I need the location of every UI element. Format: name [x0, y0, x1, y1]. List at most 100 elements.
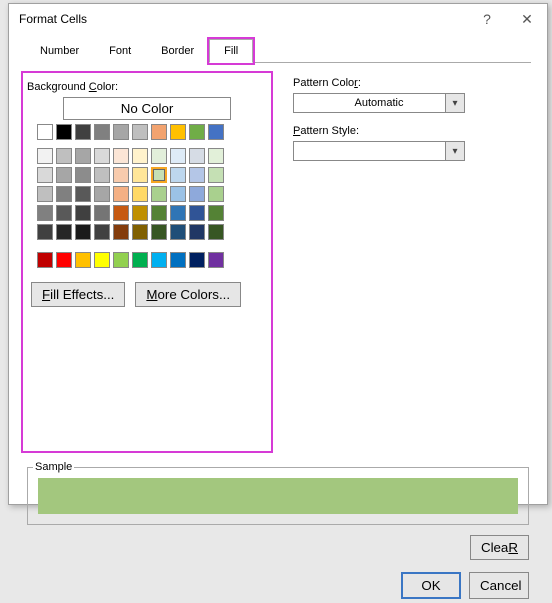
- color-swatch[interactable]: [151, 167, 167, 183]
- color-swatch[interactable]: [208, 252, 224, 268]
- color-swatch[interactable]: [37, 186, 53, 202]
- tab-fill[interactable]: Fill: [209, 39, 253, 63]
- color-swatch[interactable]: [113, 124, 129, 140]
- fill-effects-button[interactable]: Fill Effects...: [31, 282, 125, 307]
- color-swatch[interactable]: [75, 124, 91, 140]
- color-swatch[interactable]: [208, 148, 224, 164]
- color-swatch[interactable]: [56, 167, 72, 183]
- color-swatch[interactable]: [132, 186, 148, 202]
- color-swatch[interactable]: [113, 224, 129, 240]
- color-swatch[interactable]: [75, 148, 91, 164]
- bgcolor-label: Background Color:: [27, 81, 267, 93]
- color-swatch[interactable]: [132, 167, 148, 183]
- color-swatch[interactable]: [56, 186, 72, 202]
- dialog-title: Format Cells: [19, 12, 467, 26]
- color-swatch[interactable]: [189, 224, 205, 240]
- color-swatch[interactable]: [56, 124, 72, 140]
- color-swatch[interactable]: [94, 205, 110, 221]
- color-swatch[interactable]: [75, 205, 91, 221]
- color-swatch[interactable]: [37, 205, 53, 221]
- more-colors-button[interactable]: More Colors...: [135, 282, 241, 307]
- color-swatch[interactable]: [151, 252, 167, 268]
- pattern-style-label: Pattern Style:: [293, 125, 529, 137]
- color-swatch[interactable]: [132, 224, 148, 240]
- clear-button[interactable]: CleaR: [470, 535, 529, 560]
- color-swatch[interactable]: [75, 252, 91, 268]
- color-swatch[interactable]: [189, 252, 205, 268]
- color-swatch[interactable]: [56, 205, 72, 221]
- color-swatch[interactable]: [94, 186, 110, 202]
- standard-colors-row: [37, 252, 267, 268]
- color-swatch[interactable]: [113, 186, 129, 202]
- color-swatch[interactable]: [170, 167, 186, 183]
- format-cells-dialog: Format Cells ? ✕ Number Font Border Fill…: [8, 3, 548, 505]
- color-swatch[interactable]: [94, 252, 110, 268]
- color-swatch[interactable]: [37, 252, 53, 268]
- dialog-footer: OK Cancel: [9, 560, 547, 603]
- color-swatch[interactable]: [170, 148, 186, 164]
- color-swatch[interactable]: [132, 205, 148, 221]
- color-swatch[interactable]: [75, 167, 91, 183]
- color-swatch[interactable]: [113, 148, 129, 164]
- tab-border[interactable]: Border: [146, 39, 209, 63]
- color-swatch[interactable]: [189, 186, 205, 202]
- color-swatch[interactable]: [113, 167, 129, 183]
- color-swatch[interactable]: [37, 224, 53, 240]
- color-swatch[interactable]: [56, 148, 72, 164]
- color-swatch[interactable]: [132, 124, 148, 140]
- dialog-body: Background Color: No Color Fill Effects.…: [9, 63, 547, 461]
- color-swatch[interactable]: [170, 124, 186, 140]
- color-swatch[interactable]: [170, 252, 186, 268]
- color-swatch[interactable]: [56, 252, 72, 268]
- cancel-button[interactable]: Cancel: [469, 572, 529, 599]
- color-swatch[interactable]: [170, 186, 186, 202]
- color-swatch[interactable]: [94, 148, 110, 164]
- color-swatch[interactable]: [208, 205, 224, 221]
- color-swatch[interactable]: [56, 224, 72, 240]
- color-swatch[interactable]: [189, 167, 205, 183]
- ok-button[interactable]: OK: [401, 572, 461, 599]
- chevron-down-icon: ▾: [445, 142, 464, 160]
- pattern-style-select[interactable]: ▾: [293, 141, 465, 161]
- color-swatch[interactable]: [94, 167, 110, 183]
- color-swatch[interactable]: [208, 186, 224, 202]
- color-swatch[interactable]: [37, 148, 53, 164]
- color-swatch[interactable]: [170, 205, 186, 221]
- theme-colors-grid: [37, 148, 267, 240]
- clear-row: CleaR: [27, 535, 529, 560]
- color-swatch[interactable]: [37, 124, 53, 140]
- tab-font[interactable]: Font: [94, 39, 146, 63]
- pattern-color-select[interactable]: Automatic ▾: [293, 93, 465, 113]
- color-swatch[interactable]: [151, 124, 167, 140]
- color-swatch[interactable]: [113, 252, 129, 268]
- tab-number[interactable]: Number: [25, 39, 94, 63]
- sample-swatch: [38, 478, 518, 514]
- color-swatch[interactable]: [151, 186, 167, 202]
- color-swatch[interactable]: [151, 224, 167, 240]
- color-swatch[interactable]: [94, 124, 110, 140]
- close-button[interactable]: ✕: [507, 4, 547, 34]
- sample-label: Sample: [33, 461, 74, 473]
- color-swatch[interactable]: [151, 205, 167, 221]
- titlebar: Format Cells ? ✕: [9, 4, 547, 34]
- color-swatch[interactable]: [189, 205, 205, 221]
- color-swatch[interactable]: [208, 224, 224, 240]
- color-swatch[interactable]: [189, 124, 205, 140]
- theme-colors-row: [37, 124, 267, 140]
- color-swatch[interactable]: [208, 124, 224, 140]
- help-button[interactable]: ?: [467, 4, 507, 34]
- color-swatch[interactable]: [170, 224, 186, 240]
- pattern-color-label: Pattern Color:: [293, 77, 529, 89]
- color-swatch[interactable]: [94, 224, 110, 240]
- color-swatch[interactable]: [75, 224, 91, 240]
- color-swatch[interactable]: [37, 167, 53, 183]
- color-swatch[interactable]: [208, 167, 224, 183]
- chevron-down-icon: ▾: [445, 94, 464, 112]
- color-swatch[interactable]: [113, 205, 129, 221]
- color-swatch[interactable]: [189, 148, 205, 164]
- no-color-button[interactable]: No Color: [63, 97, 231, 120]
- color-swatch[interactable]: [132, 148, 148, 164]
- color-swatch[interactable]: [75, 186, 91, 202]
- color-swatch[interactable]: [132, 252, 148, 268]
- color-swatch[interactable]: [151, 148, 167, 164]
